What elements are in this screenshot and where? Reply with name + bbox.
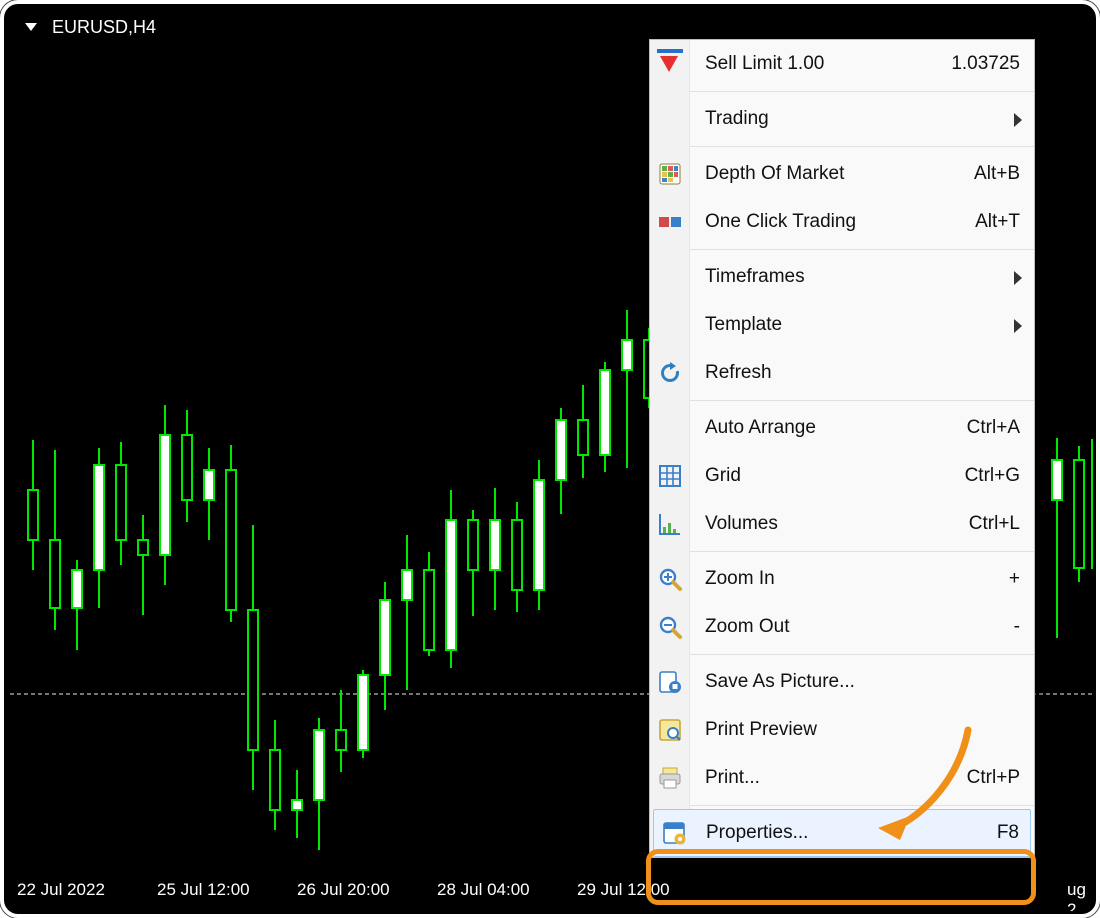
- menu-item-refresh[interactable]: Refresh: [650, 349, 1034, 397]
- menu-item-trading[interactable]: Trading: [650, 95, 1034, 143]
- menu-item-one-click-trading[interactable]: One Click TradingAlt+T: [650, 198, 1034, 246]
- menu-item-template[interactable]: Template: [650, 301, 1034, 349]
- menu-label: Grid: [705, 465, 965, 487]
- menu-shortcut: Alt+B: [974, 163, 1020, 185]
- save-icon: [656, 658, 684, 706]
- menu-separator: [690, 91, 1034, 92]
- menu-shortcut: Ctrl+G: [965, 465, 1020, 487]
- menu-label: Trading: [705, 108, 1020, 130]
- xaxis-label: 22 Jul 2022: [17, 880, 105, 900]
- menu-label: Refresh: [705, 362, 1020, 384]
- menu-shortcut: -: [1014, 616, 1020, 638]
- menu-label: One Click Trading: [705, 211, 975, 233]
- menu-item-depth-of-market[interactable]: Depth Of MarketAlt+B: [650, 150, 1034, 198]
- menu-item-timeframes[interactable]: Timeframes: [650, 253, 1034, 301]
- symbol-label: EURUSD,H4: [52, 17, 156, 37]
- menu-item-volumes[interactable]: VolumesCtrl+L: [650, 500, 1034, 548]
- menu-shortcut: Ctrl+L: [969, 513, 1020, 535]
- menu-item-grid[interactable]: GridCtrl+G: [650, 452, 1034, 500]
- zoomin-icon: [656, 555, 684, 603]
- preview-icon: [656, 706, 684, 754]
- chart-title: EURUSD,H4: [25, 17, 156, 38]
- menu-label: Zoom In: [705, 568, 1009, 590]
- xaxis-label: 26 Jul 20:00: [297, 880, 390, 900]
- menu-separator: [690, 805, 1034, 806]
- sell-arrow-icon: [660, 56, 678, 72]
- menu-label: Timeframes: [705, 266, 1020, 288]
- volumes-icon: [656, 500, 684, 548]
- highlight-properties: [646, 849, 1036, 905]
- grid-icon: [656, 452, 684, 500]
- print-icon: [656, 754, 684, 802]
- menu-label: Depth Of Market: [705, 163, 974, 185]
- menu-separator: [690, 146, 1034, 147]
- menu-separator: [690, 400, 1034, 401]
- refresh-icon: [656, 349, 684, 397]
- menu-shortcut: Alt+T: [975, 211, 1020, 233]
- menu-label: Save As Picture...: [705, 671, 1020, 693]
- xaxis-label: 25 Jul 12:00: [157, 880, 250, 900]
- submenu-arrow-icon: [1014, 271, 1022, 285]
- menu-item-zoom-in[interactable]: Zoom In+: [650, 555, 1034, 603]
- menu-shortcut: Ctrl+A: [967, 417, 1020, 439]
- menu-shortcut: F8: [997, 822, 1019, 844]
- oneclick-icon: [656, 198, 684, 246]
- dropdown-triangle-icon[interactable]: [25, 23, 37, 31]
- depth-icon: [656, 150, 684, 198]
- app-frame: EURUSD,H4 22 Jul 2022 25 Jul 12:00 26 Jul …: [0, 0, 1100, 918]
- submenu-arrow-icon: [1014, 319, 1022, 333]
- menu-separator: [690, 551, 1034, 552]
- menu-item-zoom-out[interactable]: Zoom Out-: [650, 603, 1034, 651]
- menu-value: 1.03725: [951, 53, 1020, 75]
- xaxis-label: ug 2: [1067, 880, 1093, 911]
- xaxis-label: 28 Jul 04:00: [437, 880, 530, 900]
- arrow-annotation-icon: [870, 724, 980, 844]
- menu-label: Volumes: [705, 513, 969, 535]
- zoomout-icon: [656, 603, 684, 651]
- menu-shortcut: +: [1009, 568, 1020, 590]
- menu-label: Auto Arrange: [705, 417, 967, 439]
- menu-label: Zoom Out: [705, 616, 1014, 638]
- menu-label: Sell Limit 1.00: [705, 53, 951, 75]
- menu-label: Template: [705, 314, 1020, 336]
- menu-separator: [690, 249, 1034, 250]
- menu-item-save-as-picture[interactable]: Save As Picture...: [650, 658, 1034, 706]
- menu-separator: [690, 654, 1034, 655]
- menu-item-sell-limit[interactable]: Sell Limit 1.001.03725: [650, 40, 1034, 88]
- submenu-arrow-icon: [1014, 113, 1022, 127]
- menu-item-auto-arrange[interactable]: Auto ArrangeCtrl+A: [650, 404, 1034, 452]
